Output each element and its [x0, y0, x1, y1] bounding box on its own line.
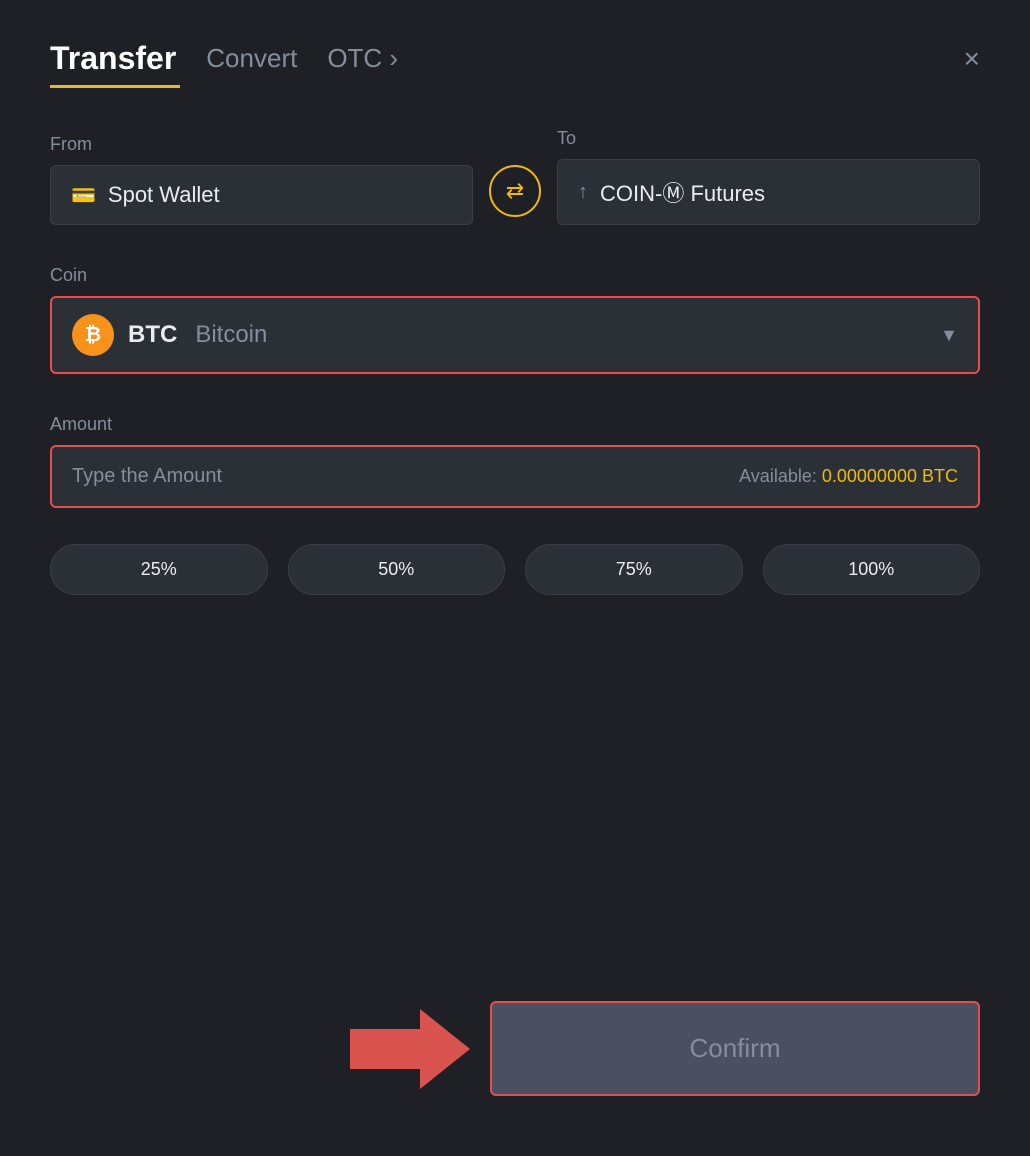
to-label: To [557, 128, 980, 149]
from-wallet-selector[interactable]: 💳 Spot Wallet [50, 165, 473, 225]
coin-dropdown[interactable]: ₿ BTC Bitcoin ▼ [50, 296, 980, 374]
amount-section: Amount Available: 0.00000000 BTC [50, 414, 980, 508]
to-group: To ↑ COIN-Ⓜ Futures [557, 128, 980, 225]
percent-25-button[interactable]: 25% [50, 544, 268, 595]
futures-icon: ↑ [578, 181, 588, 204]
from-wallet-text: Spot Wallet [108, 182, 220, 208]
tab-otc[interactable]: OTC › [327, 43, 398, 74]
transfer-modal: Transfer Convert OTC › × From 💳 Spot Wal… [0, 0, 1030, 1156]
bottom-row: Confirm [50, 1001, 980, 1096]
active-tab-underline [50, 85, 180, 88]
swap-button[interactable]: ⇄ [489, 165, 541, 217]
confirm-button[interactable]: Confirm [490, 1001, 980, 1096]
available-label: Available: [739, 466, 817, 486]
available-value: 0.00000000 BTC [822, 466, 958, 486]
available-text: Available: 0.00000000 BTC [739, 466, 958, 487]
tab-transfer[interactable]: Transfer [50, 40, 176, 77]
from-group: From 💳 Spot Wallet [50, 134, 473, 225]
percent-50-button[interactable]: 50% [288, 544, 506, 595]
percent-row: 25% 50% 75% 100% [50, 544, 980, 595]
amount-label: Amount [50, 414, 980, 435]
to-wallet-text: COIN-Ⓜ Futures [600, 176, 765, 208]
from-to-row: From 💳 Spot Wallet ⇄ To ↑ COIN-Ⓜ Futures [50, 128, 980, 225]
from-label: From [50, 134, 473, 155]
swap-icon: ⇄ [506, 178, 524, 204]
modal-header: Transfer Convert OTC › × [50, 40, 980, 77]
percent-75-button[interactable]: 75% [525, 544, 743, 595]
chevron-down-icon: ▼ [940, 325, 958, 346]
close-button[interactable]: × [964, 43, 980, 75]
tab-convert[interactable]: Convert [206, 43, 297, 74]
arrow-right-icon [350, 1009, 470, 1089]
coin-label: Coin [50, 265, 980, 286]
wallet-icon: 💳 [71, 183, 96, 208]
arrow-container [50, 1009, 490, 1089]
coin-section: Coin ₿ BTC Bitcoin ▼ [50, 265, 980, 374]
coin-name: Bitcoin [195, 321, 267, 349]
swap-container: ⇄ [473, 165, 557, 225]
coin-symbol: BTC [128, 321, 177, 349]
amount-input[interactable] [72, 465, 739, 488]
btc-icon: ₿ [72, 314, 114, 356]
percent-100-button[interactable]: 100% [763, 544, 981, 595]
to-wallet-selector[interactable]: ↑ COIN-Ⓜ Futures [557, 159, 980, 225]
amount-input-box: Available: 0.00000000 BTC [50, 445, 980, 508]
